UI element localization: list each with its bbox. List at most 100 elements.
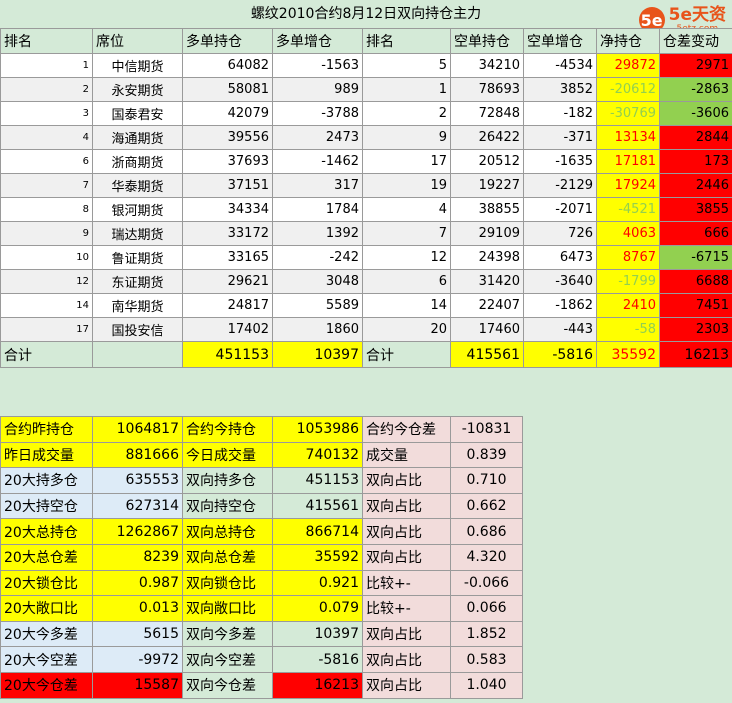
broker-name-cell[interactable]: 瑞达期货: [92, 221, 183, 246]
long-change-cell[interactable]: 1392: [272, 221, 363, 246]
total-short-change-cell[interactable]: -5816: [523, 341, 597, 368]
position-diff-cell[interactable]: 2971: [659, 53, 732, 78]
net-position-cell[interactable]: -58: [596, 317, 660, 342]
summary-ratio-cell[interactable]: 0.662: [450, 492, 523, 520]
summary-ratio-cell[interactable]: 0.066: [450, 595, 523, 622]
net-position-cell[interactable]: 4063: [596, 221, 660, 246]
summary-value-cell[interactable]: 35592: [272, 543, 363, 571]
net-position-cell[interactable]: -30769: [596, 101, 660, 126]
long-change-cell[interactable]: 2473: [272, 125, 363, 150]
header-cell[interactable]: 多单增仓: [272, 28, 363, 54]
rank-cell[interactable]: 12: [0, 269, 93, 294]
header-cell[interactable]: 空单增仓: [523, 28, 597, 54]
position-diff-cell[interactable]: -2863: [659, 77, 732, 102]
long-change-cell[interactable]: 317: [272, 173, 363, 198]
summary-label-cell[interactable]: 双向敞口比: [182, 595, 273, 622]
short-position-cell[interactable]: 34210: [450, 53, 524, 78]
header-cell[interactable]: 仓差变动: [659, 28, 732, 54]
summary-label-cell[interactable]: 双向占比: [362, 492, 451, 520]
summary-label-cell[interactable]: 双向今仓差: [182, 671, 273, 699]
summary-value-cell[interactable]: 881666: [92, 441, 183, 469]
summary-label-cell[interactable]: 双向今空差: [182, 646, 273, 673]
summary-value-cell[interactable]: 10397: [272, 620, 363, 648]
long-position-cell[interactable]: 33172: [182, 221, 273, 246]
long-change-cell[interactable]: 1784: [272, 197, 363, 222]
summary-label-cell[interactable]: 双向占比: [362, 646, 451, 673]
short-rank-cell[interactable]: 4: [362, 197, 451, 222]
short-position-cell[interactable]: 26422: [450, 125, 524, 150]
summary-value-cell[interactable]: 0.079: [272, 595, 363, 622]
position-diff-cell[interactable]: 173: [659, 149, 732, 174]
summary-ratio-cell[interactable]: 1.040: [450, 671, 523, 699]
broker-name-cell[interactable]: 南华期货: [92, 293, 183, 318]
summary-label-cell[interactable]: 双向占比: [362, 543, 451, 571]
summary-label-cell[interactable]: 双向持空仓: [182, 492, 273, 520]
net-position-cell[interactable]: -20612: [596, 77, 660, 102]
short-rank-cell[interactable]: 5: [362, 53, 451, 78]
broker-name-cell[interactable]: 海通期货: [92, 125, 183, 150]
summary-label-cell[interactable]: 成交量: [362, 441, 451, 469]
total-long-cell[interactable]: 451153: [182, 341, 273, 368]
header-cell[interactable]: 净持仓: [596, 28, 660, 54]
long-change-cell[interactable]: 3048: [272, 269, 363, 294]
long-position-cell[interactable]: 37693: [182, 149, 273, 174]
total-net-cell[interactable]: 35592: [596, 341, 660, 368]
summary-label-cell[interactable]: 今日成交量: [182, 441, 273, 469]
net-position-cell[interactable]: 8767: [596, 245, 660, 270]
short-change-cell[interactable]: -2071: [523, 197, 597, 222]
summary-label-cell[interactable]: 合约今仓差: [362, 416, 451, 443]
long-change-cell[interactable]: -1563: [272, 53, 363, 78]
long-position-cell[interactable]: 34334: [182, 197, 273, 222]
broker-name-cell[interactable]: 永安期货: [92, 77, 183, 102]
empty-cell[interactable]: [92, 341, 183, 368]
short-change-cell[interactable]: -443: [523, 317, 597, 342]
summary-label-cell[interactable]: 比较+-: [362, 595, 451, 622]
rank-cell[interactable]: 7: [0, 173, 93, 198]
long-position-cell[interactable]: 24817: [182, 293, 273, 318]
position-diff-cell[interactable]: 666: [659, 221, 732, 246]
short-change-cell[interactable]: 726: [523, 221, 597, 246]
summary-value-cell[interactable]: 627314: [92, 492, 183, 520]
total-diff-cell[interactable]: 16213: [659, 341, 732, 368]
short-position-cell[interactable]: 19227: [450, 173, 524, 198]
summary-label-cell[interactable]: 20大持多仓: [0, 467, 93, 494]
summary-value-cell[interactable]: 415561: [272, 492, 363, 520]
rank-cell[interactable]: 8: [0, 197, 93, 222]
short-position-cell[interactable]: 17460: [450, 317, 524, 342]
summary-ratio-cell[interactable]: 0.710: [450, 467, 523, 494]
short-change-cell[interactable]: 6473: [523, 245, 597, 270]
summary-ratio-cell[interactable]: 0.686: [450, 518, 523, 545]
summary-label-cell[interactable]: 昨日成交量: [0, 441, 93, 469]
short-position-cell[interactable]: 31420: [450, 269, 524, 294]
summary-label-cell[interactable]: 双向总持仓: [182, 518, 273, 545]
summary-value-cell[interactable]: 15587: [92, 671, 183, 699]
short-change-cell[interactable]: -182: [523, 101, 597, 126]
total-label[interactable]: 合计: [0, 341, 93, 368]
rank-cell[interactable]: 10: [0, 245, 93, 270]
short-change-cell[interactable]: -4534: [523, 53, 597, 78]
header-cell[interactable]: 席位: [92, 28, 183, 54]
header-cell[interactable]: 排名: [0, 28, 93, 54]
rank-cell[interactable]: 4: [0, 125, 93, 150]
summary-value-cell[interactable]: 1053986: [272, 416, 363, 443]
short-change-cell[interactable]: -1635: [523, 149, 597, 174]
long-change-cell[interactable]: 989: [272, 77, 363, 102]
long-position-cell[interactable]: 42079: [182, 101, 273, 126]
short-change-cell[interactable]: -371: [523, 125, 597, 150]
rank-cell[interactable]: 9: [0, 221, 93, 246]
summary-label-cell[interactable]: 合约昨持仓: [0, 416, 93, 443]
summary-ratio-cell[interactable]: -0.066: [450, 569, 523, 597]
short-rank-cell[interactable]: 7: [362, 221, 451, 246]
rank-cell[interactable]: 3: [0, 101, 93, 126]
summary-label-cell[interactable]: 20大总仓差: [0, 543, 93, 571]
short-position-cell[interactable]: 29109: [450, 221, 524, 246]
summary-value-cell[interactable]: 866714: [272, 518, 363, 545]
short-rank-cell[interactable]: 17: [362, 149, 451, 174]
summary-ratio-cell[interactable]: -10831: [450, 416, 523, 443]
summary-value-cell[interactable]: 1064817: [92, 416, 183, 443]
broker-name-cell[interactable]: 银河期货: [92, 197, 183, 222]
summary-value-cell[interactable]: 1262867: [92, 518, 183, 545]
summary-value-cell[interactable]: 451153: [272, 467, 363, 494]
short-rank-cell[interactable]: 14: [362, 293, 451, 318]
summary-ratio-cell[interactable]: 0.839: [450, 441, 523, 469]
